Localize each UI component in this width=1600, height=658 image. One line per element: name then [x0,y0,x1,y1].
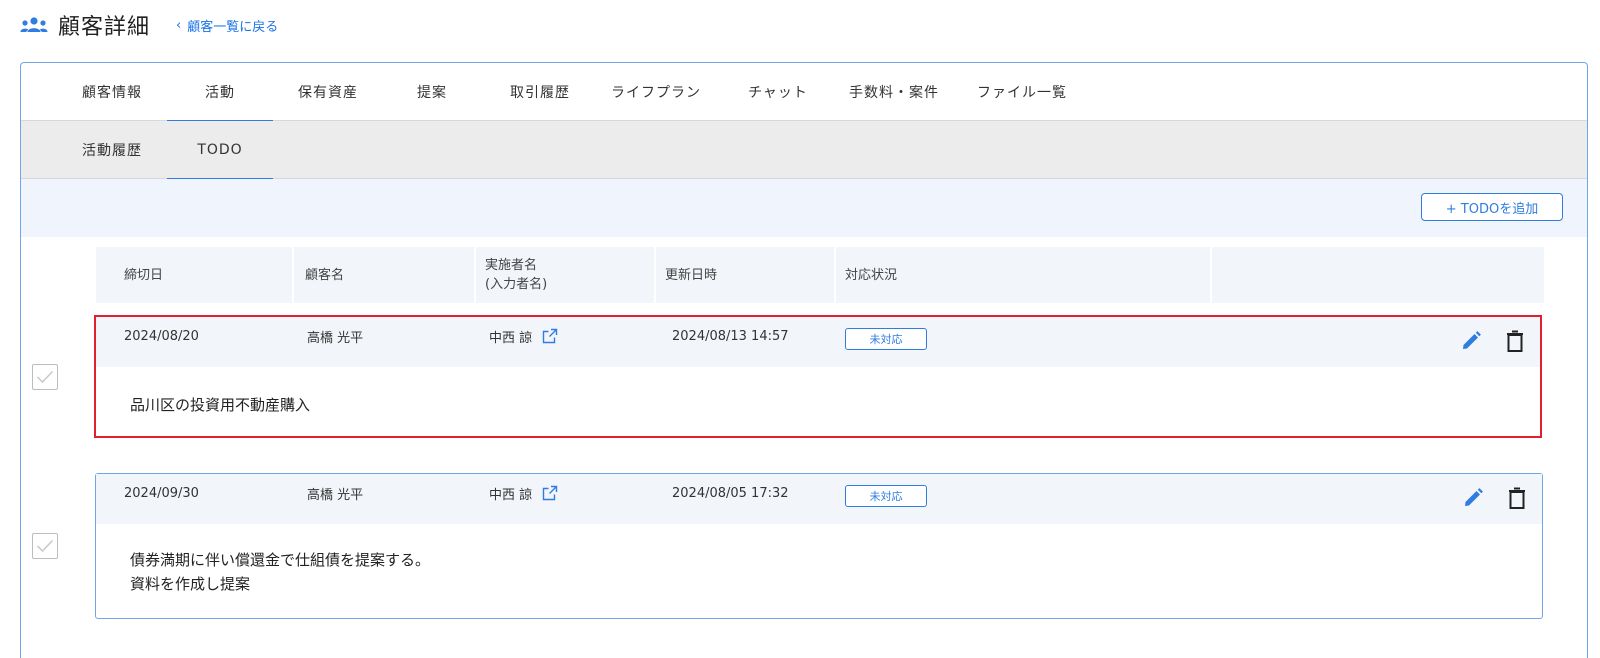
todo-assignee-name: 中西 諒 [489,487,533,503]
column-header-customer: 顧客名 [305,267,345,283]
tab-fees-cases[interactable]: 手数料・案件 [839,63,949,121]
todo-complete-checkbox[interactable] [32,364,58,390]
todo-customer: 高橋 光平 [307,330,364,346]
tab-activity[interactable]: 活動 [167,63,273,122]
activity-subtabs: 活動履歴 TODO [21,121,1587,180]
todo-table-header: 締切日 顧客名 実施者名 (入力者名) 更新日時 対応状況 [96,247,1544,303]
chevron-left-icon: ‹ [176,17,182,33]
todo-row-header: 2024/08/20 高橋 光平 中西 諒 2024/08/13 14:57 未… [96,317,1540,367]
todo-updated: 2024/08/13 14:57 [672,328,789,344]
column-header-status: 対応状況 [845,267,898,283]
tab-file-list[interactable]: ファイル一覧 [967,63,1077,121]
column-header-updated: 更新日時 [665,267,718,283]
todo-assignee: 中西 諒 [489,317,558,355]
external-link-icon[interactable] [542,328,558,344]
add-todo-button[interactable]: + TODOを追加 [1421,193,1563,221]
todo-deadline: 2024/08/20 [124,328,199,344]
trash-icon[interactable] [1506,487,1528,509]
external-link-icon[interactable] [542,485,558,501]
back-to-list-link[interactable]: ‹ 顧客一覧に戻る [176,16,278,35]
todo-assignee-name: 中西 諒 [489,330,533,346]
edit-pencil-icon[interactable] [1460,330,1482,352]
tab-chat[interactable]: チャット [733,63,823,121]
trash-icon[interactable] [1504,330,1526,352]
status-badge: 未対応 [845,328,927,350]
edit-pencil-icon[interactable] [1462,487,1484,509]
back-link-label: 顧客一覧に戻る [187,19,279,35]
todo-deadline: 2024/09/30 [124,485,199,501]
subtab-todo[interactable]: TODO [167,121,273,180]
subtab-activity-history[interactable]: 活動履歴 [67,121,157,179]
todo-description: 品川区の投資用不動産購入 [130,396,311,414]
todo-assignee: 中西 諒 [489,474,558,512]
tab-transaction-history[interactable]: 取引履歴 [495,63,585,121]
todo-row[interactable]: 2024/09/30 高橋 光平 中西 諒 2024/08/05 17:32 未… [95,473,1543,619]
main-tabs: 顧客情報 活動 保有資産 提案 取引履歴 ライフプラン チャット 手数料・案件 … [21,63,1587,122]
column-header-assignee: 実施者名 (入力者名) [485,258,548,292]
tab-life-plan[interactable]: ライフプラン [601,63,711,121]
people-group-icon [20,15,50,35]
tab-proposal[interactable]: 提案 [397,63,467,121]
todo-row-header: 2024/09/30 高橋 光平 中西 諒 2024/08/05 17:32 未… [96,474,1542,524]
todo-row[interactable]: 2024/08/20 高橋 光平 中西 諒 2024/08/13 14:57 未… [94,315,1542,438]
tab-holdings[interactable]: 保有資産 [283,63,373,121]
tab-customer-info[interactable]: 顧客情報 [67,63,157,121]
todo-updated: 2024/08/05 17:32 [672,485,789,501]
todo-complete-checkbox[interactable] [32,533,58,559]
page-title: 顧客詳細 [58,15,151,40]
column-header-deadline: 締切日 [124,267,164,283]
todo-description: 債券満期に伴い償還金で仕組債を提案する。 資料を作成し提案 [130,551,431,593]
todo-toolbar: + TODOを追加 [21,179,1587,237]
page-header: 顧客詳細 ‹ 顧客一覧に戻る [20,10,278,40]
status-badge: 未対応 [845,485,927,507]
todo-customer: 高橋 光平 [307,487,364,503]
